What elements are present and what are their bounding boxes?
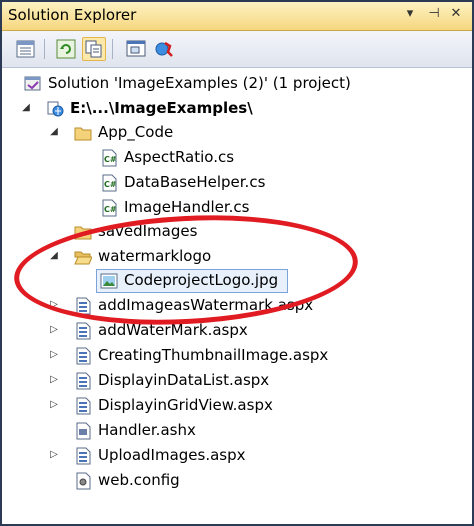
tree-item-label: DisplayinGridView.aspx	[98, 396, 273, 414]
tree-row[interactable]: Solution 'ImageExamples (2)' (1 project)	[2, 72, 472, 96]
tree-row[interactable]: ◢ E:\...\ImageExamples\	[2, 97, 472, 121]
show-all-files-icon[interactable]	[82, 37, 106, 61]
collapse-arrow-icon[interactable]: ◢	[48, 250, 60, 262]
csharp-file-icon: C#	[100, 149, 118, 167]
title-bar: Solution Explorer ▾ ⊣ ✕	[2, 2, 472, 31]
handler-file-icon	[74, 422, 92, 440]
tree-row[interactable]: C# DataBaseHelper.cs	[2, 171, 472, 195]
config-file-icon	[74, 472, 92, 490]
toolbar-separator	[112, 39, 113, 59]
collapse-arrow-icon[interactable]: ◢	[48, 126, 60, 138]
tree-row[interactable]: CodeprojectLogo.jpg	[2, 269, 472, 293]
image-file-icon	[100, 272, 118, 290]
properties-icon[interactable]	[14, 37, 38, 61]
tree-row[interactable]: C# AspectRatio.cs	[2, 146, 472, 170]
tree-item-label: Handler.ashx	[98, 421, 196, 439]
folder-icon	[74, 124, 92, 142]
expand-arrow-icon[interactable]: ▷	[48, 374, 60, 386]
tree-item-label: addImageasWatermark.aspx	[98, 296, 314, 314]
tree-item-label: DataBaseHelper.cs	[124, 173, 266, 191]
tree-item-label: CreatingThumbnailImage.aspx	[98, 346, 329, 364]
tree-item-label: web.config	[98, 471, 180, 489]
csharp-file-icon: C#	[100, 199, 118, 217]
tree-item-label: addWaterMark.aspx	[98, 321, 248, 339]
website-project-icon	[46, 100, 64, 118]
aspx-file-icon	[74, 397, 92, 415]
aspx-file-icon	[74, 322, 92, 340]
tree-item-label: savedImages	[98, 222, 198, 240]
window-menu-dropdown-icon[interactable]: ▾	[402, 5, 418, 23]
expand-arrow-icon[interactable]: ▷	[48, 324, 60, 336]
aspx-file-icon	[74, 372, 92, 390]
tree-row[interactable]: ▷ CreatingThumbnailImage.aspx	[2, 344, 472, 368]
csharp-file-icon: C#	[100, 174, 118, 192]
copy-website-icon[interactable]	[152, 37, 176, 61]
solution-explorer-window: Solution Explorer ▾ ⊣ ✕ Solution 'ImageE…	[0, 0, 474, 526]
expand-arrow-icon[interactable]: ▷	[48, 299, 60, 311]
view-code-icon[interactable]	[124, 37, 148, 61]
tree-row[interactable]: ▷ DisplayinDataList.aspx	[2, 369, 472, 393]
tree-item-label: UploadImages.aspx	[98, 446, 246, 464]
tree-row[interactable]: web.config	[2, 469, 472, 493]
solution-icon	[24, 75, 42, 93]
tree-row[interactable]: Handler.ashx	[2, 419, 472, 443]
svg-text:C#: C#	[104, 155, 117, 164]
pin-icon[interactable]: ⊣	[426, 5, 442, 23]
expand-arrow-icon[interactable]: ▷	[48, 399, 60, 411]
collapse-arrow-icon[interactable]: ◢	[20, 102, 32, 114]
tree-item-label: App_Code	[98, 123, 174, 141]
solution-tree: Solution 'ImageExamples (2)' (1 project)…	[2, 68, 472, 524]
svg-text:C#: C#	[104, 180, 117, 189]
tree-row[interactable]: ▷ addWaterMark.aspx	[2, 319, 472, 343]
aspx-file-icon	[74, 297, 92, 315]
expand-arrow-icon[interactable]: ▷	[48, 449, 60, 461]
folder-icon	[74, 223, 92, 241]
tree-item-label: E:\...\ImageExamples\	[70, 99, 253, 117]
aspx-file-icon	[74, 447, 92, 465]
tree-row[interactable]: ◢ App_Code	[2, 121, 472, 145]
window-title: Solution Explorer	[8, 6, 137, 24]
close-icon[interactable]: ✕	[448, 5, 464, 23]
tree-item-label: ImageHandler.cs	[124, 198, 250, 216]
svg-text:C#: C#	[104, 205, 117, 214]
tree-item-label: AspectRatio.cs	[124, 148, 235, 166]
tree-row[interactable]: ▷ DisplayinGridView.aspx	[2, 394, 472, 418]
folder-open-icon	[74, 248, 93, 266]
toolbar-separator	[44, 39, 45, 59]
tree-row[interactable]: ▷ addImageasWatermark.aspx	[2, 294, 472, 318]
tree-row[interactable]: ◢ watermarklogo	[2, 245, 472, 269]
expand-arrow-icon[interactable]: ▷	[48, 349, 60, 361]
tree-item-label: watermarklogo	[98, 247, 212, 265]
aspx-file-icon	[74, 347, 92, 365]
tree-item-label: Solution 'ImageExamples (2)' (1 project)	[48, 74, 351, 92]
toolbar	[2, 31, 472, 68]
tree-row[interactable]: C# ImageHandler.cs	[2, 196, 472, 220]
tree-item-label: CodeprojectLogo.jpg	[124, 271, 279, 289]
tree-item-label: DisplayinDataList.aspx	[98, 371, 270, 389]
tree-row[interactable]: savedImages	[2, 220, 472, 244]
refresh-icon[interactable]	[54, 37, 78, 61]
tree-row[interactable]: ▷ UploadImages.aspx	[2, 444, 472, 468]
